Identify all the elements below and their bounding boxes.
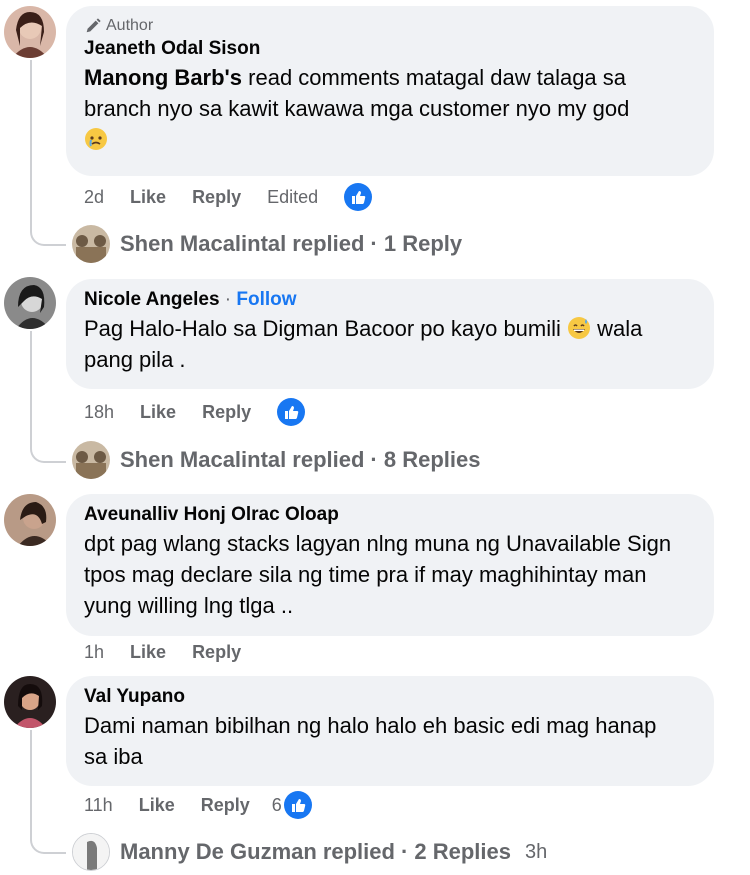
comment-bubble: Val Yupano Dami naman bibilhan ng halo h… (66, 676, 714, 786)
comment-time[interactable]: 2d (84, 187, 104, 208)
comment-bubble: Nicole Angeles · Follow Pag Halo-Halo sa… (66, 279, 714, 389)
edited-label: Edited (267, 186, 319, 207)
author-badge: Author (84, 16, 696, 36)
comment-time[interactable]: 1h (84, 642, 104, 663)
comment-time[interactable]: 11h (84, 795, 113, 816)
thread-line (30, 60, 66, 246)
view-replies-link[interactable]: Shen Macalintal replied · 8 Replies (72, 440, 480, 480)
comment-time[interactable]: 18h (84, 402, 114, 423)
commenter-name[interactable]: Val Yupano (84, 684, 696, 710)
comment-text: Dami naman bibilhan ng halo halo eh basi… (84, 713, 657, 769)
commenter-name[interactable]: Jeaneth Odal Sison (84, 36, 696, 62)
avatar-nicole[interactable] (4, 277, 56, 329)
pencil-icon (86, 18, 101, 33)
mention[interactable]: Manong Barb's (84, 65, 242, 90)
like-button[interactable]: Like (130, 642, 166, 663)
like-button[interactable]: Like (140, 402, 176, 423)
reply-time: 3h (525, 840, 548, 863)
avatar-aveunalliv[interactable] (4, 494, 56, 546)
follow-button[interactable]: Follow (236, 289, 296, 310)
replier-name: Shen Macalintal (120, 447, 287, 472)
comment-actions: 18h Like Reply (84, 397, 306, 427)
commenter-name[interactable]: Nicole Angeles (84, 289, 220, 310)
grinning-sweat-emoji (568, 317, 591, 339)
like-reaction-icon[interactable] (277, 398, 306, 426)
reply-count: · 1 Reply (370, 231, 463, 256)
reaction-count: 6 (271, 794, 282, 815)
reply-button[interactable]: Reply (192, 187, 241, 208)
replier-name: Shen Macalintal (120, 231, 287, 256)
replied-label: replied (292, 231, 365, 256)
avatar-shen (72, 441, 110, 479)
avatar-shen (72, 225, 110, 263)
comment-actions: 2d Like Reply Edited (84, 182, 373, 212)
comment-actions: 11h Like Reply 6 (84, 790, 312, 820)
reply-button[interactable]: Reply (202, 402, 251, 423)
commenter-header: Nicole Angeles · Follow (84, 289, 297, 310)
comment-bubble: Aveunalliv Honj Olrac Oloap dpt pag wlan… (66, 494, 714, 636)
commenter-name[interactable]: Aveunalliv Honj Olrac Oloap (84, 502, 696, 528)
replied-label: replied (292, 447, 365, 472)
avatar-jeaneth[interactable] (4, 6, 56, 58)
comment-bubble: Author Jeaneth Odal Sison Manong Barb's … (66, 6, 714, 176)
view-replies-link[interactable]: Manny De Guzman replied · 2 Replies 3h (72, 832, 547, 872)
thread-line (30, 331, 66, 463)
reaction-summary[interactable]: 6 (272, 791, 312, 819)
thread-line (30, 730, 66, 854)
comment-text: Manong Barb's read comments matagal daw … (84, 62, 696, 155)
comment-text: Pag Halo-Halo sa Digman Bacoor po kayo b… (84, 316, 643, 372)
like-button[interactable]: Like (139, 795, 175, 816)
reply-count: · 8 Replies (370, 447, 481, 472)
crying-face-emoji (85, 128, 107, 150)
like-reaction-icon[interactable] (344, 183, 373, 211)
like-button[interactable]: Like (130, 187, 166, 208)
like-reaction-icon (283, 791, 312, 819)
avatar-manny (72, 833, 110, 871)
view-replies-link[interactable]: Shen Macalintal replied · 1 Reply (72, 224, 462, 264)
avatar-val[interactable] (4, 676, 56, 728)
replied-label: replied (322, 839, 395, 864)
author-label: Author (106, 17, 154, 34)
comment-text: dpt pag wlang stacks lagyan nlng muna ng… (84, 531, 672, 618)
replier-name: Manny De Guzman (120, 839, 317, 864)
reply-button[interactable]: Reply (201, 795, 250, 816)
comment-actions: 1h Like Reply (84, 637, 241, 667)
reply-count: · 2 Replies (400, 839, 511, 864)
reply-button[interactable]: Reply (192, 642, 241, 663)
